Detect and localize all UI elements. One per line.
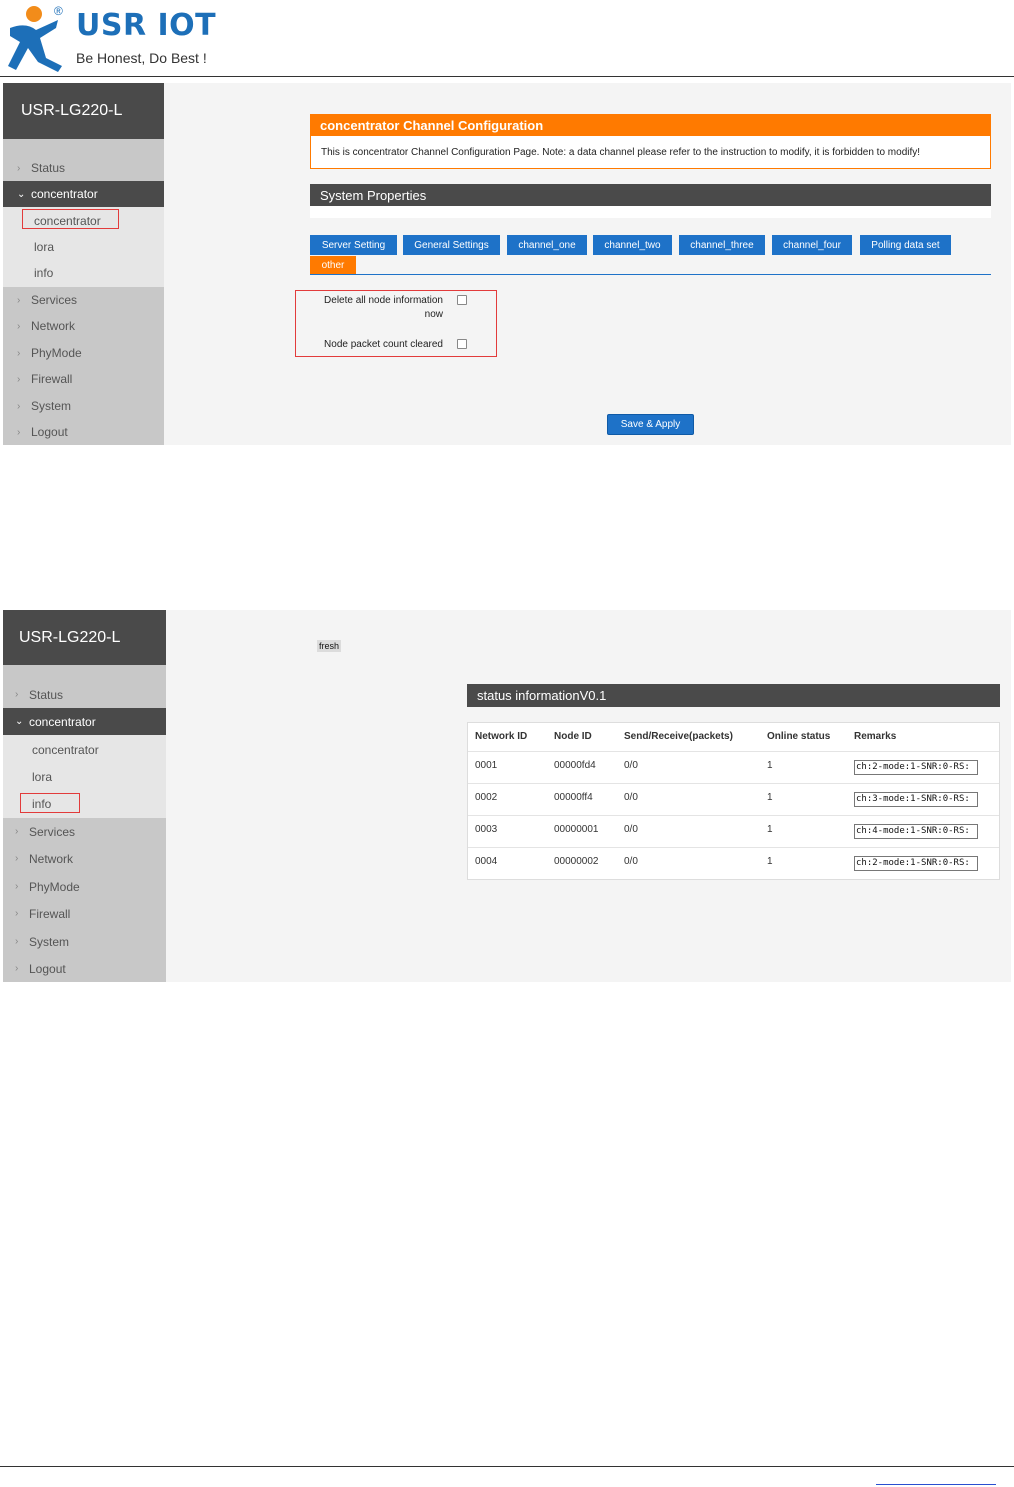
cell-online-status: 1 [767, 760, 773, 771]
chevron-right-icon: › [15, 881, 19, 892]
tab-server-setting[interactable]: Server Setting [310, 235, 397, 255]
chevron-right-icon: › [17, 347, 21, 359]
header-divider [0, 76, 1014, 77]
cell-node-id: 00000001 [554, 824, 599, 835]
column-header-node-id: Node ID [554, 731, 592, 742]
cell-online-status: 1 [767, 792, 773, 803]
status-info-title-bar: status informationV0.1 [467, 684, 1000, 707]
tab-channel-four[interactable]: channel_four [772, 235, 852, 255]
sidebar-item-phymode[interactable]: › PhyMode [3, 873, 166, 900]
save-apply-button[interactable]: Save & Apply [607, 414, 694, 435]
sidebar-item-concentrator[interactable]: ⌄ concentrator [3, 181, 164, 207]
chevron-right-icon: › [15, 853, 19, 864]
sidebar-item-network[interactable]: › Network [3, 313, 164, 339]
cell-network-id: 0004 [475, 856, 498, 867]
cell-network-id: 0003 [475, 824, 498, 835]
sidebar-item-concentrator[interactable]: ⌄ concentrator [3, 708, 166, 735]
sidebar-item-firewall[interactable]: › Firewall [3, 366, 164, 392]
chevron-right-icon: › [15, 963, 19, 974]
delete-node-info-label: Delete all node information [324, 295, 443, 306]
fresh-button[interactable]: fresh [317, 640, 342, 652]
sidebar-subitem-concentrator[interactable]: concentrator [3, 736, 166, 763]
sidebar-item-logout[interactable]: › Logout [3, 955, 166, 982]
cell-online-status: 1 [767, 856, 773, 867]
sidebar-item-system[interactable]: › System [3, 393, 164, 419]
cell-node-id: 00000fd4 [554, 760, 596, 771]
sidebar-subitem-info[interactable]: info [3, 260, 164, 286]
row-divider [468, 847, 999, 848]
remarks-field[interactable]: ch:2-mode:1-SNR:0-RS: [854, 856, 978, 871]
chevron-right-icon: › [17, 426, 21, 438]
footer-divider [0, 1466, 1014, 1467]
remarks-field[interactable]: ch:4-mode:1-SNR:0-RS: [854, 824, 978, 839]
chevron-right-icon: › [17, 320, 21, 332]
packet-count-cleared-checkbox[interactable] [457, 339, 467, 349]
tab-polling-data-set[interactable]: Polling data set [860, 235, 951, 255]
cell-send-receive: 0/0 [624, 824, 638, 835]
cell-network-id: 0001 [475, 760, 498, 771]
sidebar-subitem-lora[interactable]: lora [3, 763, 166, 790]
delete-node-info-checkbox[interactable] [457, 295, 467, 305]
chevron-right-icon: › [15, 936, 19, 947]
tab-general-settings[interactable]: General Settings [403, 235, 500, 255]
highlight-box [20, 793, 80, 813]
footer-link[interactable] [876, 1470, 996, 1485]
sidebar-item-logout[interactable]: › Logout [3, 419, 164, 445]
remarks-field[interactable]: ch:3-mode:1-SNR:0-RS: [854, 792, 978, 807]
sidebar-item-phymode[interactable]: › PhyMode [3, 340, 164, 366]
packet-count-cleared-label: Node packet count cleared [324, 339, 443, 350]
row-divider [468, 783, 999, 784]
column-header-send-receive: Send/Receive(packets) [624, 731, 733, 742]
chevron-down-icon: ⌄ [15, 716, 24, 727]
config-note: This is concentrator Channel Configurati… [310, 136, 991, 169]
tab-channel-one[interactable]: channel_one [507, 235, 587, 255]
device-title: USR-LG220-L [3, 610, 166, 665]
cell-network-id: 0002 [475, 792, 498, 803]
brand-tagline: Be Honest, Do Best ! [76, 50, 207, 66]
sidebar-item-services[interactable]: › Services [3, 287, 164, 313]
registered-mark: ® [54, 4, 63, 18]
sidebar-item-status[interactable]: › Status [3, 681, 166, 708]
chevron-down-icon: ⌄ [17, 188, 26, 200]
tab-channel-two[interactable]: channel_two [593, 235, 672, 255]
brand-name: USR IOT [76, 8, 217, 43]
cell-send-receive: 0/0 [624, 856, 638, 867]
system-properties-body [310, 206, 991, 218]
tab-channel-three[interactable]: channel_three [679, 235, 765, 255]
remarks-field[interactable]: ch:2-mode:1-SNR:0-RS: [854, 760, 978, 775]
cell-online-status: 1 [767, 824, 773, 835]
chevron-right-icon: › [15, 689, 19, 700]
chevron-right-icon: › [17, 373, 21, 385]
chevron-right-icon: › [17, 294, 21, 306]
row-divider [468, 751, 999, 752]
column-header-network-id: Network ID [475, 731, 528, 742]
usr-iot-logo-icon [8, 6, 62, 72]
config-title-bar: concentrator Channel Configuration [310, 114, 991, 136]
sidebar-subitem-lora[interactable]: lora [3, 234, 164, 260]
cell-send-receive: 0/0 [624, 792, 638, 803]
sidebar-item-system[interactable]: › System [3, 928, 166, 955]
sidebar-item-status[interactable]: › Status [3, 155, 164, 181]
tab-other[interactable]: other [310, 256, 356, 274]
chevron-right-icon: › [17, 162, 21, 174]
device-title: USR-LG220-L [3, 83, 164, 139]
column-header-online-status: Online status [767, 731, 831, 742]
highlight-box [22, 209, 119, 229]
chevron-right-icon: › [15, 826, 19, 837]
cell-node-id: 00000002 [554, 856, 599, 867]
tab-underline [310, 274, 991, 275]
chevron-right-icon: › [15, 908, 19, 919]
sidebar-item-services[interactable]: › Services [3, 818, 166, 845]
sidebar-item-network[interactable]: › Network [3, 845, 166, 872]
column-header-remarks: Remarks [854, 731, 897, 742]
sidebar-item-firewall[interactable]: › Firewall [3, 900, 166, 927]
delete-node-info-label-2: now [424, 309, 443, 320]
chevron-right-icon: › [17, 400, 21, 412]
cell-send-receive: 0/0 [624, 760, 638, 771]
system-properties-bar: System Properties [310, 184, 991, 206]
cell-node-id: 00000ff4 [554, 792, 593, 803]
row-divider [468, 815, 999, 816]
